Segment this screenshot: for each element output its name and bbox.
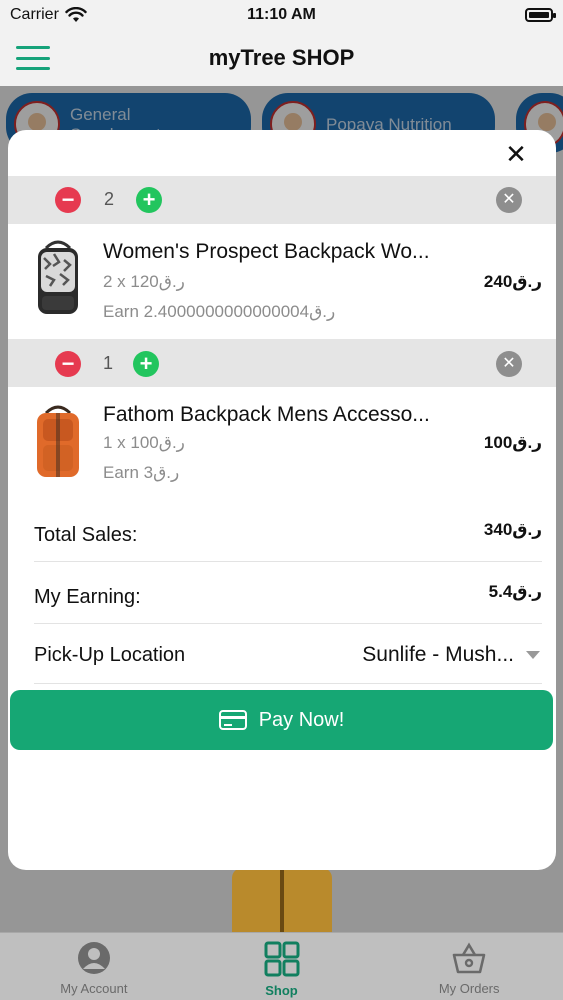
pickup-location-select[interactable]: Sunlife - Mush...: [362, 643, 514, 667]
tab-shop[interactable]: Shop: [188, 933, 376, 1000]
product-unit-price: 1 x 100ر.ق: [103, 433, 185, 452]
credit-card-icon: [218, 710, 247, 730]
close-icon[interactable]: ✕: [504, 141, 528, 167]
product-image-backpack: [37, 405, 79, 477]
cart-modal: ✕ − 2 + ✕ Women's Prospect Backpack Wo..…: [8, 130, 556, 870]
product-subtotal: 240ر.ق: [483, 272, 542, 291]
my-earning-value: 5.4ر.ق: [488, 582, 542, 601]
product-image-backpack: [38, 240, 78, 314]
status-bar: Carrier 11:10 AM: [0, 0, 563, 30]
bottom-tab-bar: My Account Shop My Orders: [0, 932, 563, 1000]
tab-label: My Orders: [438, 981, 500, 996]
pickup-location-label: Pick-Up Location: [34, 644, 186, 666]
pay-now-button[interactable]: Pay Now!: [10, 690, 553, 750]
increase-quantity-button[interactable]: +: [133, 351, 159, 377]
product-earning: Earn 2.4000000000000004ر.ق: [103, 302, 336, 321]
product-subtotal: 100ر.ق: [483, 433, 542, 452]
quantity-value: 2: [104, 189, 115, 209]
total-sales-value: 340ر.ق: [483, 520, 542, 539]
total-sales-label: Total Sales:: [34, 524, 138, 546]
quantity-bar: − 1 + ✕: [8, 339, 556, 387]
decrease-quantity-button[interactable]: −: [55, 351, 81, 377]
tab-my-account[interactable]: My Account: [0, 933, 188, 1000]
product-earning: Earn 3ر.ق: [103, 463, 180, 482]
cart-item: Women's Prospect Backpack Wo... 2 x 120ر…: [8, 224, 556, 336]
user-avatar-icon: [77, 942, 110, 974]
total-sales-row: Total Sales: 340ر.ق: [34, 500, 542, 562]
product-name: Fathom Backpack Mens Accesso...: [103, 403, 430, 426]
tab-label: Shop: [265, 983, 298, 998]
product-image-jacket: [232, 868, 332, 932]
my-earning-row: My Earning: 5.4ر.ق: [34, 562, 542, 624]
tab-my-orders[interactable]: My Orders: [375, 933, 563, 1000]
carrier-label: Carrier: [10, 6, 59, 23]
app-title: myTree SHOP: [208, 45, 355, 70]
decrease-quantity-button[interactable]: −: [55, 187, 81, 213]
product-name: Women's Prospect Backpack Wo...: [103, 240, 430, 263]
product-unit-price: 2 x 120ر.ق: [103, 272, 185, 291]
my-earning-label: My Earning:: [34, 586, 141, 608]
remove-item-icon[interactable]: ✕: [496, 351, 522, 377]
grid-icon: [264, 941, 299, 977]
chevron-down-icon[interactable]: [526, 651, 540, 659]
tab-label: My Account: [60, 981, 128, 996]
status-left: Carrier: [10, 6, 87, 24]
app-header: myTree SHOP: [0, 30, 563, 86]
quantity-value: 1: [103, 353, 114, 373]
pay-now-label: Pay Now!: [258, 708, 345, 731]
increase-quantity-button[interactable]: +: [136, 187, 162, 213]
battery-icon: [525, 8, 556, 22]
hamburger-menu-icon[interactable]: [16, 46, 50, 70]
cart-item: Fathom Backpack Mens Accesso... 1 x 100ر…: [8, 387, 556, 499]
quantity-bar: − 2 + ✕: [8, 176, 556, 224]
wifi-icon: [65, 7, 87, 22]
pickup-location-row[interactable]: Pick-Up Location Sunlife - Mush...: [34, 624, 542, 684]
shopping-basket-icon: [452, 942, 486, 974]
remove-item-icon[interactable]: ✕: [496, 187, 522, 213]
status-time: 11:10 AM: [247, 6, 316, 23]
